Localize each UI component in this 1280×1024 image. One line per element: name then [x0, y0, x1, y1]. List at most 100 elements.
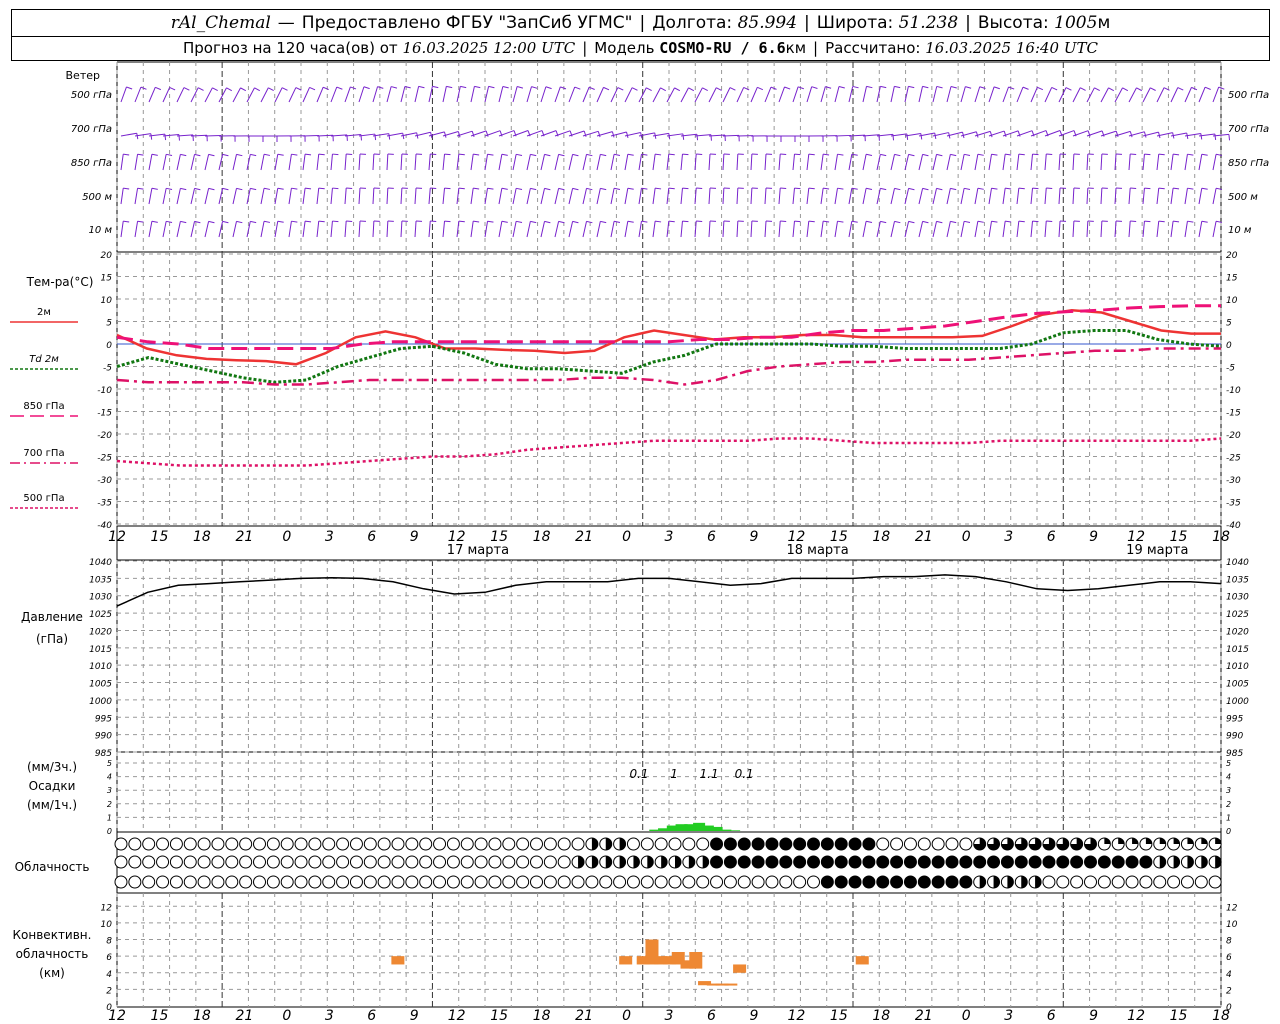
cloud-circle: [391, 855, 405, 869]
wind-barb-flag: [682, 153, 689, 156]
wind-barb-shaft: [526, 221, 531, 238]
wind-barb: [484, 153, 494, 171]
wind-barb-shaft: [540, 221, 546, 238]
wind-barb-flag: [1005, 187, 1012, 190]
wind-barb: [218, 187, 229, 205]
wind-barb: [1002, 187, 1012, 205]
wind-barb-flag: [991, 220, 998, 223]
wind-barb-shaft: [680, 87, 689, 103]
wind-barb-flag: [894, 187, 901, 191]
temp-tick-left: 15: [101, 274, 113, 284]
wind-barb-shaft: [386, 220, 389, 238]
wind-barb: [176, 87, 190, 103]
wind-barb-shaft: [330, 86, 338, 103]
wind-barb-shaft: [218, 87, 227, 103]
cloud-symbol: [1042, 837, 1056, 851]
wind-barb-shaft: [120, 221, 124, 238]
wind-barb: [512, 153, 523, 171]
pressure-tick-right: 1025: [1226, 610, 1249, 620]
cloud-circle: [419, 855, 433, 869]
conv-tick-right: 8: [1226, 937, 1232, 947]
cloud-circle: [239, 837, 253, 851]
wind-barb: [288, 153, 298, 171]
cloud-circle: [723, 855, 737, 869]
wind-barb-flag: [473, 220, 480, 223]
cloud-circle: [322, 855, 336, 869]
cloud-symbol: [294, 855, 308, 869]
temp-axis-hour-label: 9: [1089, 529, 1098, 545]
wind-barb-shaft: [1114, 220, 1117, 238]
wind-barb: [596, 187, 607, 205]
cloud-symbol: [945, 855, 959, 869]
wind-barb-flag: [123, 220, 130, 223]
cloud-symbol: [599, 875, 613, 889]
cloud-fill: [1173, 838, 1180, 844]
cloud-circle: [446, 875, 460, 889]
wind-barb-flag: [950, 86, 957, 89]
cloud-symbol: [613, 837, 627, 851]
wind-barb: [260, 87, 274, 103]
wind-barb-flag: [1158, 153, 1165, 156]
wind-barb: [736, 87, 750, 103]
wind-barb-shaft: [484, 154, 489, 171]
wind-barb-flag: [936, 85, 943, 89]
wind-barb: [162, 187, 173, 205]
wind-barb-flag: [1129, 131, 1133, 138]
wind-barb-shaft: [806, 221, 810, 238]
wind-barb-flag: [332, 153, 339, 156]
wind-barb-shaft: [400, 153, 403, 171]
cloud-symbol: [433, 855, 447, 869]
cloud-circle: [516, 855, 530, 869]
cloud-circle: [294, 875, 308, 889]
wind-barb-shaft: [638, 154, 642, 171]
wind-barb-flag: [166, 153, 173, 156]
cloud-symbol: [1139, 837, 1153, 851]
wind-barb-flag: [530, 187, 537, 191]
wind-barb: [386, 187, 394, 205]
temp-tick-right: -35: [1226, 499, 1241, 509]
cloud-symbol: [834, 875, 848, 889]
cloud-symbol: [530, 855, 543, 869]
wind-barb-flag: [155, 86, 161, 91]
wind-barb-shaft: [568, 188, 574, 205]
wind-barb-shaft: [750, 187, 753, 205]
temp-axis-hour-label: 18: [193, 529, 211, 545]
cloud-symbol: [294, 837, 308, 851]
cloud-symbol: [876, 875, 890, 889]
pressure-tick-left: 1040: [89, 558, 112, 568]
wind-barb: [1072, 153, 1080, 171]
cloud-symbol: [862, 855, 876, 869]
wind-barb: [1128, 187, 1137, 205]
wind-barb: [568, 187, 579, 205]
wind-barb: [862, 187, 873, 205]
cloud-symbol: [1042, 855, 1056, 869]
wind-barb-flag: [688, 87, 695, 92]
wind-barb-flag: [613, 153, 621, 156]
cloud-symbol: [239, 855, 253, 869]
cloud-circle: [793, 837, 807, 851]
wind-barb-shaft: [806, 154, 810, 171]
wind-barb-shaft: [960, 86, 966, 103]
cloud-symbol: [446, 837, 460, 851]
wind-barb-flag: [627, 187, 634, 190]
wind-barb: [414, 187, 423, 205]
cloud-circle: [682, 837, 696, 851]
wind-barb-flag: [613, 187, 621, 190]
wind-barb-flag: [137, 153, 144, 156]
conv-tick-left: 4: [106, 970, 112, 980]
wind-barb-shaft: [848, 188, 853, 205]
wind-barb-flag: [236, 187, 243, 191]
wind-barb-shaft: [1212, 188, 1217, 205]
cloud-circle: [308, 875, 322, 889]
cloud-symbol: [488, 855, 502, 869]
cloud-circle: [543, 875, 557, 889]
cloud-fill: [619, 838, 626, 850]
cloud-circle: [142, 837, 156, 851]
wind-barb-shaft: [736, 220, 739, 238]
wind-barb-shaft: [204, 221, 210, 238]
wind-barb-shaft: [1002, 154, 1006, 171]
wind-barb-flag: [936, 153, 943, 157]
wind-barb-shaft: [1016, 221, 1020, 238]
wind-barb-flag: [574, 86, 581, 90]
conv-tick-right: 2: [1226, 986, 1232, 996]
